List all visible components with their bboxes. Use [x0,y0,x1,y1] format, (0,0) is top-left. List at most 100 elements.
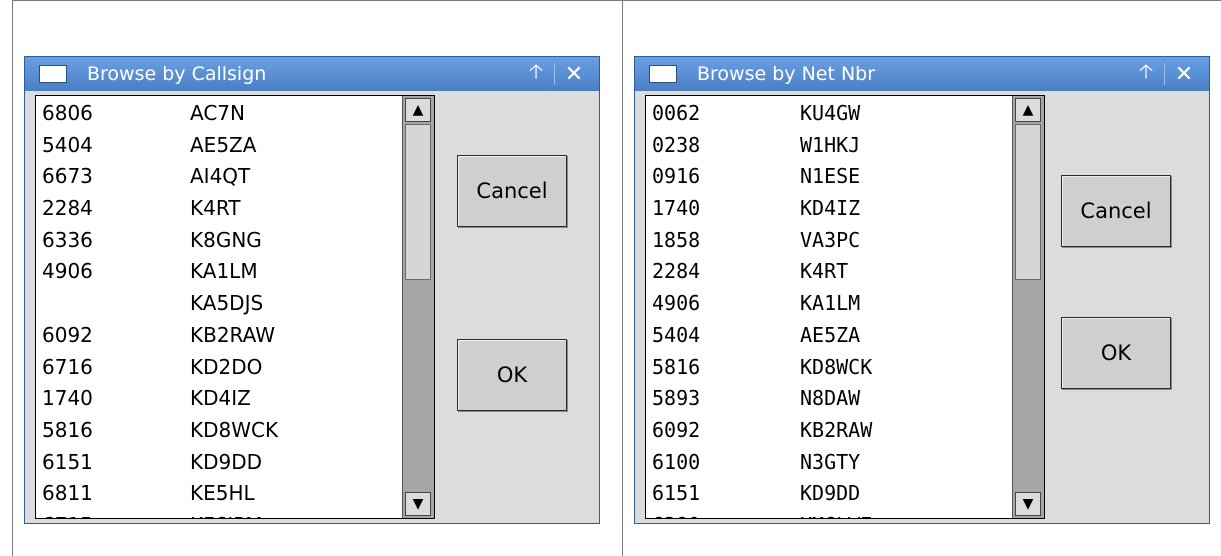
list-item[interactable]: 6100 N3GTY [652,447,1002,479]
window-icon[interactable] [649,65,677,83]
list-item[interactable]: 0238 W1HKJ [652,130,1002,162]
list-item-callsign: K4RT [800,259,849,284]
list-item-callsign: AI4QT [190,164,251,189]
list-rows: 6806 AC7N 5404 AE5ZA 6673 AI4QT 2284 K4RT 6336 K8… [42,98,392,518]
list-item[interactable]: 5893 N8DAW [652,383,1002,415]
list-item-number: 6336 [42,227,93,252]
list-item-callsign: KD2DO [190,354,263,379]
list-item[interactable]: 5404 AE5ZA [42,130,392,162]
scrollbar-thumb[interactable] [405,124,431,280]
list-item[interactable]: 6151 KD9DD [652,478,1002,510]
list-item[interactable]: 6336 K8GNG [42,225,392,257]
list-item-number: 6806 [42,101,93,125]
vertical-scrollbar[interactable]: ▲ ▼ [1012,96,1044,518]
list-item[interactable]: 0062 KU4GW [652,98,1002,130]
list-item[interactable]: 4906 KA1LM [42,256,392,288]
list-item-callsign: KU4GW [800,101,861,125]
list-item-number: 1740 [42,386,93,411]
list-item-number: 0238 [652,132,701,157]
list-item[interactable]: 2284 K4RT [42,193,392,225]
titlebar-separator [554,63,555,85]
raise-window-icon[interactable]: 🡡 [1131,59,1161,87]
list-item-callsign: W1HKJ [800,132,861,157]
list-item[interactable]: 6151 KD9DD [42,447,392,479]
ok-button[interactable]: OK [457,339,567,411]
list-item[interactable]: 5404 AE5ZA [652,320,1002,352]
window-title: Browse by Callsign [87,63,267,85]
list-item[interactable]: 2284 K4RT [652,256,1002,288]
raise-window-icon[interactable]: 🡡 [521,59,551,87]
scrollbar-thumb[interactable] [1015,124,1041,280]
list-item-number: 2284 [42,196,93,221]
net-number-list[interactable]: 0062 KU4GW 0238 W1HKJ 0916 N1ESE 1740 KD4IZ 1858… [645,95,1045,519]
list-item-callsign: AE5ZA [190,132,257,157]
close-icon[interactable]: ✕ [1169,61,1199,87]
list-item-callsign: KB2RAW [190,322,276,347]
list-item-number: 6092 [652,417,701,442]
list-item-number: 6100 [652,449,701,474]
scroll-down-arrow-icon[interactable]: ▼ [405,492,431,516]
list-item[interactable]: 6092 KB2RAW [652,415,1002,447]
ok-button[interactable]: OK [1061,317,1171,389]
list-item[interactable]: 1740 KD4IZ [42,383,392,415]
list-item-callsign: KA1LM [190,259,258,284]
list-item-number: 5816 [652,354,701,379]
cancel-button[interactable]: Cancel [457,155,567,227]
titlebar[interactable]: Browse by Net Nbr 🡡 ✕ [635,57,1209,91]
list-item[interactable]: 0916 N1ESE [652,161,1002,193]
list-item-number: 2284 [652,259,701,284]
list-item-number: 6151 [42,449,93,474]
list-item-callsign: KB2RAW [800,417,873,442]
list-item-callsign: N1ESE [800,164,861,189]
list-item[interactable]: KA5DJS [42,288,392,320]
scroll-down-arrow-icon[interactable]: ▼ [1015,492,1041,516]
list-item-callsign: KF6IPM [190,510,263,518]
list-item-callsign: KD9DD [800,481,861,506]
list-item-number: 0916 [652,164,701,189]
list-item-number: 5893 [652,386,701,411]
close-icon[interactable]: ✕ [559,61,589,87]
scroll-up-arrow-icon[interactable]: ▲ [1015,98,1041,122]
list-item[interactable]: 6673 AI4QT [42,161,392,193]
browse-by-callsign-dialog: Browse by Callsign 🡡 ✕ 6806 AC7N 5404 AE5ZA… [24,56,600,524]
list-item[interactable]: 4906 KA1LM [652,288,1002,320]
callsign-list[interactable]: 6806 AC7N 5404 AE5ZA 6673 AI4QT 2284 K4RT 6336 K8… [35,95,435,519]
list-item-callsign: KD8WCK [800,354,873,379]
list-item-number: 4906 [652,291,701,316]
list-item[interactable]: 6811 KE5HL [42,478,392,510]
list-item-callsign: KD4IZ [800,196,861,221]
browse-by-net-nbr-dialog: Browse by Net Nbr 🡡 ✕ 0062 KU4GW 0238 W1HKJ… [634,56,1210,524]
list-item[interactable]: 6806 AC7N [42,98,392,130]
list-item[interactable]: 1740 KD4IZ [652,193,1002,225]
list-item-number: 6716 [42,354,93,379]
list-rows: 0062 KU4GW 0238 W1HKJ 0916 N1ESE 1740 KD4IZ 1858… [652,98,1002,518]
list-item-callsign: VA3PC [800,227,861,252]
window-title: Browse by Net Nbr [697,63,876,85]
list-item-callsign: KD4IZ [190,386,251,411]
list-item-callsign: AC7N [190,101,245,125]
list-item-callsign: AE5ZA [800,322,861,347]
list-item[interactable]: 6092 KB2RAW [42,320,392,352]
list-item-callsign: KA1LM [800,291,861,316]
list-item[interactable]: 6715 KF6IPM [42,510,392,518]
vertical-scrollbar[interactable]: ▲ ▼ [402,96,434,518]
list-item-number: 5816 [42,417,93,442]
list-item-number: 6151 [652,481,701,506]
list-item-number: 6673 [42,164,93,189]
list-item-callsign: KM6LWE [800,510,872,518]
cancel-button[interactable]: Cancel [1061,175,1171,247]
list-item[interactable]: 5816 KD8WCK [652,352,1002,384]
window-icon[interactable] [39,65,67,83]
list-item[interactable]: 6716 KD2DO [42,352,392,384]
list-item-callsign: KD8WCK [190,417,279,442]
list-item-callsign: KD9DD [190,449,263,474]
list-item[interactable]: 1858 VA3PC [652,225,1002,257]
list-item[interactable]: 5816 KD8WCK [42,415,392,447]
titlebar[interactable]: Browse by Callsign 🡡 ✕ [25,57,599,91]
list-item-number: 4906 [42,259,93,284]
list-item[interactable]: 6380 KM6LWE [652,510,1002,518]
list-item-number: 6092 [42,322,93,347]
list-item-number: 6715 [42,510,93,518]
scroll-up-arrow-icon[interactable]: ▲ [405,98,431,122]
list-item-number: 6811 [42,481,93,506]
